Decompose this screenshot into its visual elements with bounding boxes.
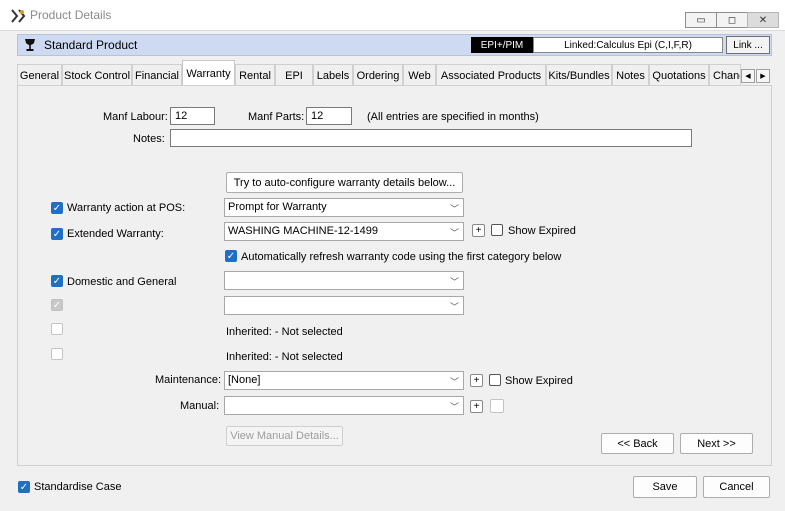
tab-stock-control[interactable]: Stock Control	[62, 64, 132, 85]
inherited-category-4: Inherited: - Not selected	[226, 351, 343, 363]
manf-labour-label: Manf Labour:	[103, 111, 168, 123]
domestic-general-label: Domestic and General	[67, 276, 177, 288]
minimize-icon: ▭	[696, 14, 706, 26]
extended-warranty-select[interactable]: WASHING MACHINE-12-1499 ﹀	[224, 222, 464, 241]
tab-labels[interactable]: Labels	[313, 64, 353, 85]
tab-strip: General Stock Control Financial Warranty…	[17, 60, 772, 86]
checkmark-icon: ✓	[52, 299, 62, 311]
chevron-down-icon: ﹀	[449, 302, 459, 312]
plus-icon: +	[475, 224, 482, 236]
window-title: Product Details	[30, 8, 112, 22]
auto-configure-button[interactable]: Try to auto-configure warranty details b…	[226, 172, 463, 193]
product-type-title: Standard Product	[44, 38, 138, 52]
tab-associated-products[interactable]: Associated Products	[436, 64, 546, 85]
category-2-checkbox: ✓	[51, 299, 63, 311]
manf-parts-input[interactable]	[306, 107, 352, 125]
manual-extra-checkbox	[490, 399, 504, 413]
show-expired-label: Show Expired	[508, 225, 576, 237]
notes-label: Notes:	[133, 133, 165, 145]
extended-warranty-checkbox[interactable]: ✓	[51, 228, 63, 240]
chevron-left-icon: ◀	[745, 73, 751, 80]
inherited-category-3: Inherited: - Not selected	[226, 326, 343, 338]
domestic-general-checkbox[interactable]: ✓	[51, 275, 63, 287]
tab-scroll-right-button[interactable]: ▶	[756, 69, 770, 83]
close-icon: ✕	[758, 14, 768, 26]
next-button[interactable]: Next >>	[680, 433, 753, 454]
manual-label: Manual:	[180, 400, 220, 412]
linked-status: Linked:Calculus Epi (C,I,F,R)	[533, 37, 723, 53]
tab-financial[interactable]: Financial	[132, 64, 182, 85]
domestic-general-select[interactable]: ﹀	[224, 271, 464, 290]
add-maintenance-button[interactable]: +	[470, 374, 483, 387]
close-button[interactable]: ✕	[747, 12, 779, 28]
manual-select[interactable]: ﹀	[224, 396, 464, 415]
chevron-down-icon: ﹀	[449, 204, 459, 214]
extended-warranty-label: Extended Warranty:	[67, 228, 164, 240]
checkmark-icon: ✓	[52, 275, 62, 287]
category-4-checkbox	[51, 348, 63, 360]
tab-changes[interactable]: Chang	[709, 64, 741, 85]
save-button[interactable]: Save	[633, 476, 697, 498]
tab-kits-bundles[interactable]: Kits/Bundles	[546, 64, 612, 85]
months-note: (All entries are specified in months)	[367, 111, 539, 123]
maintenance-value: [None]	[228, 374, 261, 386]
add-extended-warranty-button[interactable]: +	[472, 224, 485, 237]
show-expired-checkbox[interactable]	[491, 224, 503, 236]
checkmark-icon: ✓	[19, 481, 29, 493]
tab-notes[interactable]: Notes	[612, 64, 649, 85]
warranty-action-label: Warranty action at POS:	[67, 202, 186, 214]
cancel-button[interactable]: Cancel	[703, 476, 770, 498]
auto-refresh-label: Automatically refresh warranty code usin…	[241, 251, 562, 263]
epi-pim-badge: EPI+/PIM	[471, 37, 533, 53]
chevron-right-icon: ▶	[760, 73, 766, 80]
standardise-case-label: Standardise Case	[34, 481, 122, 493]
checkmark-icon: ✓	[52, 202, 62, 214]
tab-scroll-left-button[interactable]: ◀	[741, 69, 755, 83]
view-manual-details-button[interactable]: View Manual Details...	[226, 426, 343, 446]
link-button[interactable]: Link ...	[726, 36, 770, 54]
tab-warranty[interactable]: Warranty	[182, 60, 235, 85]
manf-parts-label: Manf Parts:	[248, 111, 305, 123]
manf-labour-input[interactable]	[170, 107, 215, 125]
tab-quotations[interactable]: Quotations	[649, 64, 709, 85]
wine-glass-icon	[24, 38, 36, 52]
warranty-action-value: Prompt for Warranty	[228, 201, 327, 213]
add-manual-button[interactable]: +	[470, 400, 483, 413]
category-2-select[interactable]: ﹀	[224, 296, 464, 315]
app-logo-icon	[10, 8, 26, 24]
chevron-down-icon: ﹀	[449, 228, 459, 238]
back-button[interactable]: << Back	[601, 433, 674, 454]
plus-icon: +	[473, 374, 480, 386]
maintenance-show-expired-checkbox[interactable]	[489, 374, 501, 386]
maximize-button[interactable]: ◻	[716, 12, 748, 28]
standardise-case-checkbox[interactable]: ✓	[18, 481, 30, 493]
chevron-down-icon: ﹀	[449, 377, 459, 387]
notes-input[interactable]	[170, 129, 692, 147]
plus-icon: +	[473, 400, 480, 412]
title-bar: Product Details ▭ ◻ ✕	[0, 0, 785, 31]
warranty-action-checkbox[interactable]: ✓	[51, 202, 63, 214]
tab-general[interactable]: General	[17, 64, 62, 85]
chevron-down-icon: ﹀	[449, 402, 459, 412]
tab-ordering[interactable]: Ordering	[353, 64, 403, 85]
tab-rental[interactable]: Rental	[235, 64, 275, 85]
category-3-checkbox	[51, 323, 63, 335]
auto-refresh-checkbox[interactable]: ✓	[225, 250, 237, 262]
maximize-icon: ◻	[727, 14, 737, 26]
checkmark-icon: ✓	[52, 228, 62, 240]
maintenance-show-expired-label: Show Expired	[505, 375, 573, 387]
maintenance-select[interactable]: [None] ﹀	[224, 371, 464, 390]
tab-epi[interactable]: EPI	[275, 64, 313, 85]
maintenance-label: Maintenance:	[155, 374, 222, 386]
checkmark-icon: ✓	[226, 250, 236, 262]
product-bar: Standard Product EPI+/PIM Linked:Calculu…	[17, 34, 772, 56]
minimize-button[interactable]: ▭	[685, 12, 717, 28]
extended-warranty-value: WASHING MACHINE-12-1499	[228, 225, 378, 237]
tab-web[interactable]: Web	[403, 64, 436, 85]
warranty-action-select[interactable]: Prompt for Warranty ﹀	[224, 198, 464, 217]
chevron-down-icon: ﹀	[449, 277, 459, 287]
